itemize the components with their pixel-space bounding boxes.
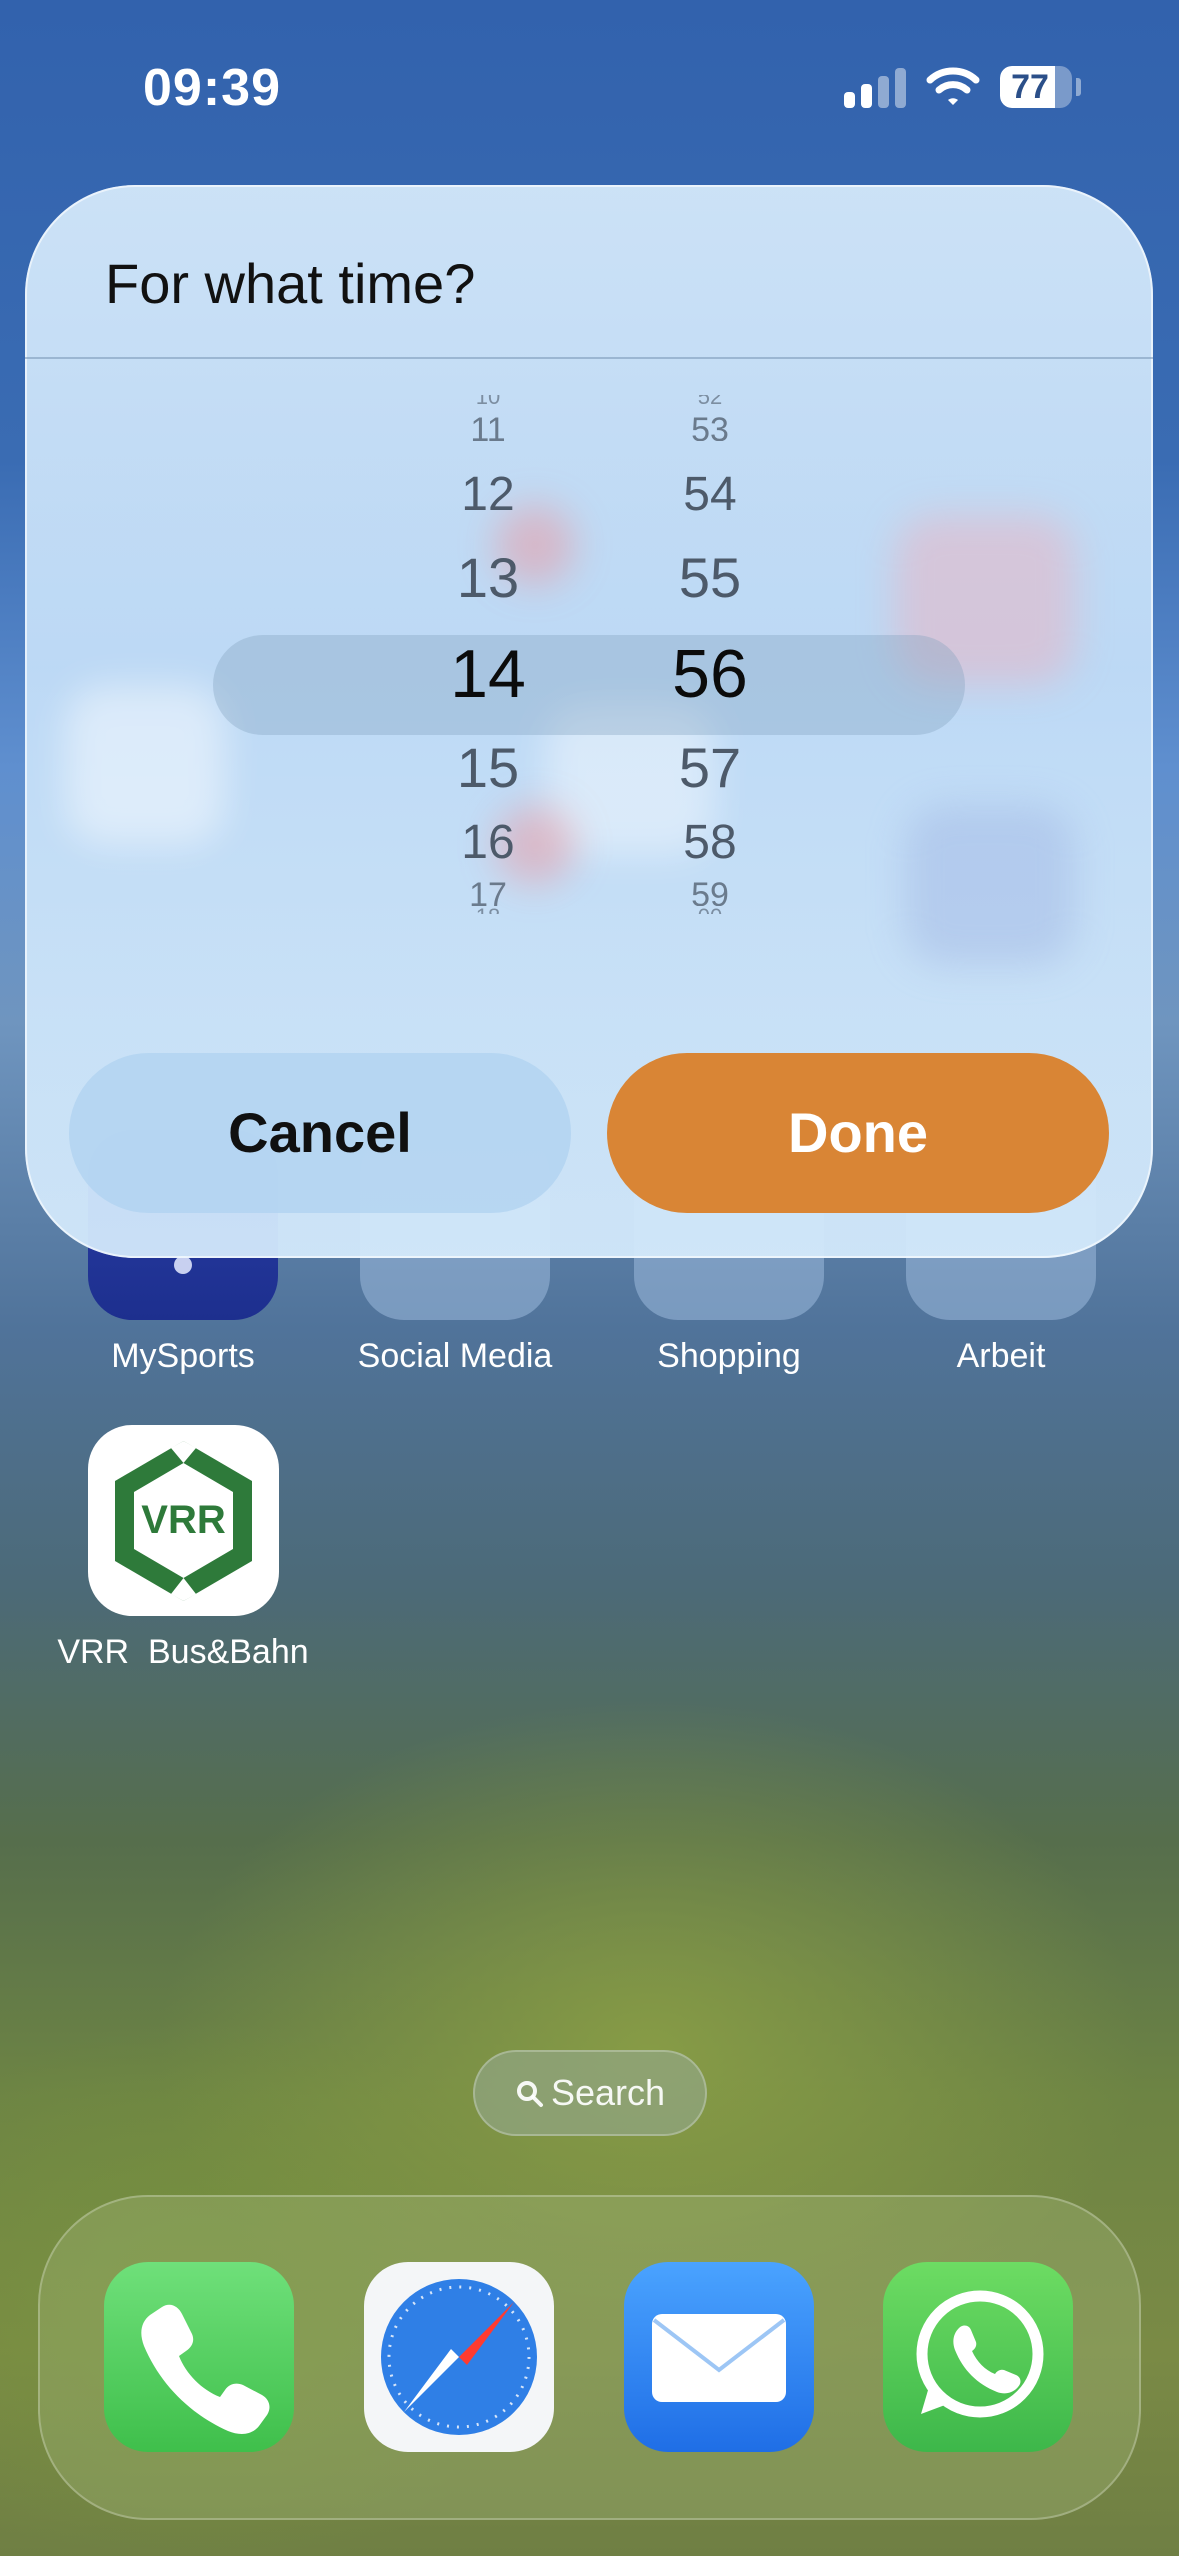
app-icon-vrr[interactable]: VRR (88, 1425, 279, 1616)
hour-option: 12 (461, 468, 515, 521)
battery-level: 77 (1011, 68, 1049, 106)
compass-icon (381, 2279, 537, 2435)
minute-option: 52 (697, 395, 723, 409)
battery-indicator: 77 (1000, 66, 1072, 108)
wifi-icon (926, 67, 980, 105)
battery-tip (1076, 78, 1081, 96)
dialog-title: For what time? (105, 252, 476, 315)
minute-option: 57 (678, 736, 742, 799)
time-picker-dialog: For what time? 10 11 12 13 14 15 16 17 1… (25, 185, 1153, 1258)
done-button[interactable]: Done (607, 1053, 1109, 1213)
status-bar: 09:39 77 (0, 0, 1179, 170)
minute-option: 55 (678, 546, 742, 609)
mail-icon[interactable] (624, 2262, 814, 2452)
title-divider (25, 357, 1153, 359)
app-label-mysports: MySports (111, 1337, 255, 1375)
app-label-shopping: Shopping (657, 1337, 801, 1375)
whatsapp-logo-icon (916, 2290, 1044, 2418)
cancel-button[interactable]: Cancel (69, 1053, 571, 1213)
minute-option: 54 (683, 468, 737, 521)
hour-option-selected[interactable]: 14 (408, 635, 568, 713)
search-icon (516, 2081, 543, 2107)
app-label-vrr: VRR Bus&Bahn (57, 1633, 309, 1671)
hour-option: 13 (456, 546, 520, 609)
vrr-icon-text: VRR (141, 1498, 226, 1542)
notification-dot (174, 1256, 192, 1274)
minute-option: 53 (691, 415, 729, 441)
minute-option: 59 (691, 880, 729, 906)
hour-option: 10 (475, 395, 501, 409)
cellular-signal-icon (844, 66, 908, 108)
hour-option: 16 (461, 816, 515, 869)
whatsapp-icon[interactable] (883, 2262, 1073, 2452)
search-label: Search (550, 2072, 666, 2113)
envelope-icon (652, 2314, 786, 2402)
safari-icon[interactable] (364, 2262, 554, 2452)
phone-handset-icon (141, 2304, 270, 2434)
hour-option: 18 (408, 906, 568, 914)
hour-option: 11 (470, 415, 506, 441)
time-picker-wheels[interactable]: 10 11 12 13 14 15 16 17 18 52 53 54 55 5… (25, 375, 1153, 975)
hour-option: 15 (456, 736, 520, 799)
status-time: 09:39 (143, 59, 281, 117)
minute-option: 00 (630, 906, 790, 914)
minute-option: 58 (683, 816, 737, 869)
search-button[interactable]: Search (473, 2050, 707, 2136)
app-label-social-media: Social Media (357, 1337, 553, 1375)
app-label-arbeit: Arbeit (956, 1337, 1046, 1375)
minute-option-selected[interactable]: 56 (630, 635, 790, 713)
hour-option: 17 (469, 880, 507, 906)
phone-icon[interactable] (104, 2262, 294, 2452)
vrr-logo-icon: VRR (115, 1441, 252, 1601)
